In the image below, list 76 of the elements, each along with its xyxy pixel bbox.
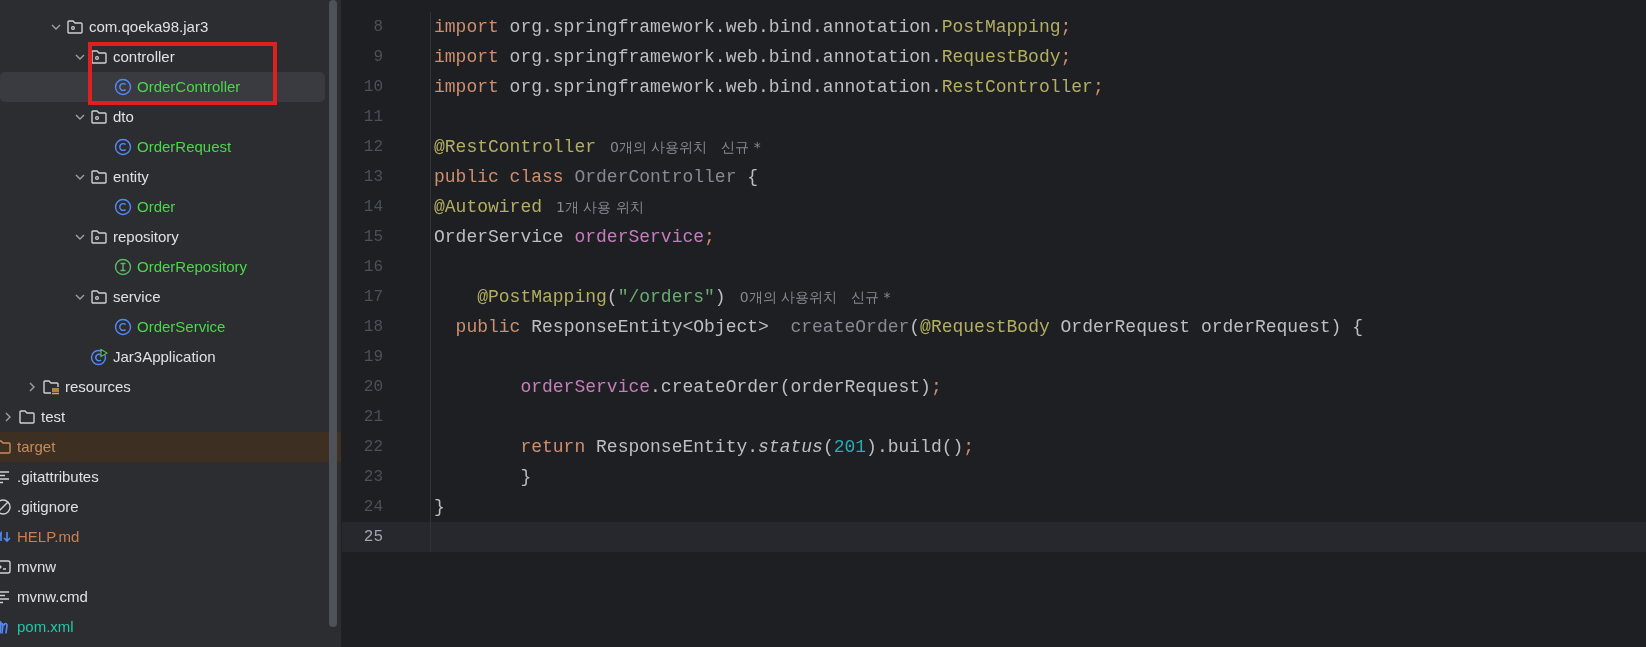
tree-item-label: OrderRequest (137, 136, 232, 157)
tree-item-label: OrderRepository (137, 256, 248, 277)
code-line: import org.springframework.web.bind.annotation.RequestBody; (434, 45, 1072, 69)
tree-item[interactable]: HELP.md (0, 522, 325, 552)
tree-item[interactable]: .gitignore (0, 492, 325, 522)
usage-hint[interactable]: 0개의 사용위치 (739, 286, 838, 308)
usage-hint[interactable]: 신규 * (851, 286, 891, 308)
class-icon (114, 198, 132, 216)
code-line: @RestController (434, 135, 597, 159)
tree-item[interactable]: controller (0, 42, 325, 72)
code-line: orderService.createOrder(orderRequest); (519, 375, 942, 399)
package-folder-icon (90, 228, 108, 246)
tree-item[interactable]: Order (0, 192, 325, 222)
tree-item[interactable]: service (0, 282, 325, 312)
folder-icon (18, 408, 36, 426)
package-folder-icon (66, 18, 84, 36)
package-folder-icon (90, 48, 108, 66)
tree-item-label: pom.xml (17, 616, 74, 637)
tree-item-label: controller (113, 46, 175, 67)
tree-item[interactable]: .gitattributes (0, 462, 325, 492)
code-line: } (519, 465, 532, 489)
code-line: } (434, 495, 445, 519)
tree-item-label: OrderController (137, 76, 241, 97)
code-line: return ResponseEntity.status(201).build(); (519, 435, 975, 459)
tree-item[interactable]: pom.xml (0, 612, 325, 642)
tree-item[interactable]: repository (0, 222, 325, 252)
class-icon (114, 138, 132, 156)
tree-item-label: .gitignore (17, 496, 79, 517)
tree-item-label: service (113, 286, 161, 307)
usage-hint[interactable]: 0개의 사용위치 (610, 136, 708, 158)
code-line: public class OrderController { (434, 165, 759, 189)
tree-item[interactable]: Jar3Application (0, 342, 325, 372)
tree-item[interactable]: target (0, 432, 341, 462)
resources-folder-icon (42, 378, 60, 396)
tree-item-label: dto (113, 106, 134, 127)
tree-item[interactable]: com.qoeka98.jar3 (0, 12, 325, 42)
interface-icon (114, 258, 132, 276)
line-number: 25 (362, 527, 383, 548)
tree-item[interactable]: test (0, 402, 325, 432)
code-line: @PostMapping("/orders") (476, 285, 726, 309)
tree-item-label: mvnw (17, 556, 57, 577)
tree-item[interactable]: mvnw.cmd (0, 582, 325, 612)
tree-item[interactable]: OrderRequest (0, 132, 325, 162)
tree-item[interactable]: OrderRepository (0, 252, 325, 282)
tree-item-label: Order (137, 196, 176, 217)
tree-item-label: target (17, 436, 56, 457)
tree-item-label: Jar3Application (113, 346, 216, 367)
tree-item-label: test (41, 406, 66, 427)
code-line: OrderService orderService; (434, 225, 715, 249)
class-icon (114, 78, 132, 96)
tree-item[interactable]: OrderService (0, 312, 325, 342)
run-class-icon (90, 348, 108, 366)
tree-item[interactable]: resources (0, 372, 325, 402)
code-line: import org.springframework.web.bind.annotation.RestController; (434, 75, 1104, 99)
tree-item-label: com.qoeka98.jar3 (89, 16, 209, 37)
package-folder-icon (90, 288, 108, 306)
code-line: import org.springframework.web.bind.annotation.PostMapping; (434, 15, 1072, 39)
package-folder-icon (90, 108, 108, 126)
tree-item-label: .gitattributes (17, 466, 99, 487)
tree-item-label: repository (113, 226, 179, 247)
code-line: public ResponseEntity<Object> createOrder(@RequestBody OrderRequest orderRequest) { (454, 315, 1363, 339)
tree-item[interactable]: mvnw (0, 552, 325, 582)
tree-item[interactable]: OrderController (0, 72, 325, 102)
tree-item-label: resources (65, 376, 131, 397)
package-folder-icon (90, 168, 108, 186)
usage-hint[interactable]: 신규 * (721, 136, 761, 158)
tree-item[interactable]: entity (0, 162, 325, 192)
scrollbar-thumb[interactable] (329, 0, 337, 627)
tree-item[interactable]: dto (0, 102, 325, 132)
tree-item-label: OrderService (137, 316, 226, 337)
class-icon (114, 318, 132, 336)
tree-item-label: HELP.md (17, 526, 80, 547)
tree-item-label: entity (113, 166, 149, 187)
tree-item-label: mvnw.cmd (17, 586, 88, 607)
usage-hint[interactable]: 1개 사용 위치 (556, 196, 644, 218)
code-line: @Autowired (434, 195, 543, 219)
